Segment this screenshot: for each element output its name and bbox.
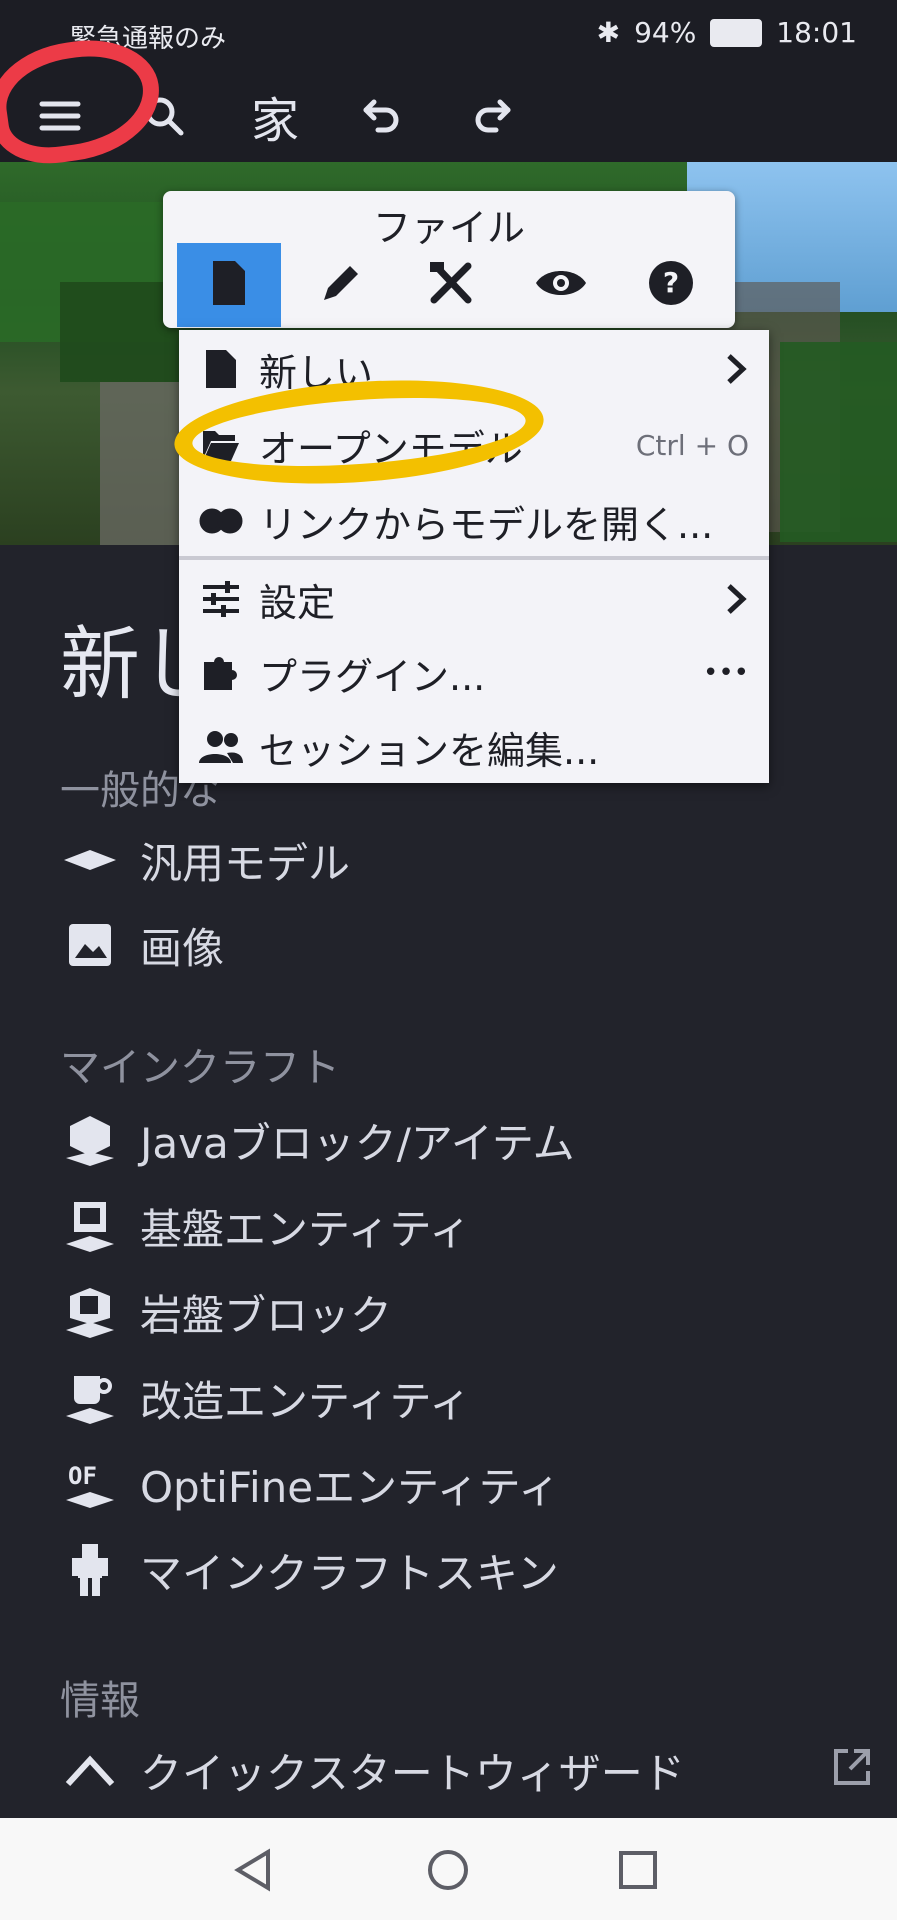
- file-menu-tabbar: ファイル ?: [163, 191, 735, 328]
- list-item-java-block[interactable]: Javaブロック/アイテム: [60, 1110, 575, 1170]
- list-item-label: 汎用モデル: [140, 838, 351, 888]
- file-icon: [209, 259, 249, 311]
- section-title-info: 情報: [60, 1678, 140, 1724]
- tab-edit[interactable]: [289, 243, 393, 327]
- system-nav-bar: [0, 1818, 897, 1920]
- tools-icon: [426, 258, 476, 312]
- battery-percent: 94%: [634, 16, 697, 49]
- help-icon: ?: [647, 259, 695, 311]
- java-block-icon: [60, 1110, 120, 1170]
- recents-icon[interactable]: [618, 1850, 658, 1894]
- section-title-minecraft: マインクラフト: [60, 1045, 340, 1091]
- list-item-label: 改造エンティティ: [140, 1376, 471, 1426]
- menu-item-open-from-link[interactable]: リンクからモデルを開く...: [179, 486, 769, 556]
- list-item-label: クイックスタートウィザード: [140, 1748, 685, 1798]
- bluetooth-icon: ✱: [596, 16, 621, 49]
- shortcut-text: Ctrl + O: [635, 428, 749, 462]
- list-item-minecraft-skin[interactable]: マインクラフトスキン: [60, 1540, 559, 1600]
- list-item-optifine-entity[interactable]: OF OptiFineエンティティ: [60, 1454, 560, 1514]
- tab-view[interactable]: [509, 243, 613, 327]
- menu-item-label: 設定: [259, 580, 336, 625]
- list-item-label: 画像: [140, 923, 225, 973]
- chevron-right-icon: [725, 351, 747, 395]
- svg-text:?: ?: [663, 266, 679, 299]
- menu-item-edit-session[interactable]: セッションを編集...: [179, 712, 769, 782]
- list-item-generic-model[interactable]: 汎用モデル: [60, 830, 350, 890]
- eye-icon: [534, 265, 588, 305]
- list-item-label: 基盤エンティティ: [140, 1204, 471, 1254]
- more-icon[interactable]: •••: [703, 658, 749, 688]
- plane-icon: [60, 830, 120, 890]
- list-item-label: 岩盤ブロック: [140, 1290, 393, 1340]
- svg-text:OF: OF: [68, 1462, 97, 1490]
- menu-divider: [179, 556, 769, 560]
- undo-icon[interactable]: [350, 84, 414, 148]
- chevron-right-icon: [725, 581, 747, 625]
- skin-icon: [60, 1540, 120, 1600]
- bedrock-entity-icon: [60, 1196, 120, 1256]
- pencil-icon: [318, 260, 364, 310]
- external-link-icon[interactable]: [830, 1745, 874, 1793]
- list-item-quickstart-wizard[interactable]: クイックスタートウィザード: [60, 1740, 685, 1800]
- menu-item-settings[interactable]: 設定: [179, 564, 769, 634]
- list-item-label: マインクラフトスキン: [140, 1548, 559, 1598]
- optifine-icon: OF: [60, 1454, 120, 1514]
- home-circle-icon[interactable]: [426, 1848, 470, 1896]
- caret-up-icon: [60, 1740, 120, 1800]
- back-icon[interactable]: [232, 1848, 274, 1896]
- image-icon: [60, 915, 120, 975]
- menu-item-label: プラグイン...: [259, 654, 486, 699]
- list-item-label: Javaブロック/アイテム: [140, 1118, 575, 1168]
- clock: 18:01: [776, 16, 857, 49]
- list-item-label: OptiFineエンティティ: [140, 1462, 561, 1512]
- puzzle-icon: [197, 649, 245, 697]
- menu-item-label: セッションを編集...: [259, 728, 600, 773]
- battery-icon: [710, 18, 763, 47]
- tab-tools[interactable]: [399, 243, 503, 327]
- home-button[interactable]: 家: [240, 84, 310, 149]
- sliders-icon: [197, 575, 245, 623]
- modded-entity-icon: [60, 1368, 120, 1428]
- bedrock-block-icon: [60, 1282, 120, 1342]
- list-item-modded-entity[interactable]: 改造エンティティ: [60, 1368, 471, 1428]
- menu-item-label: リンクからモデルを開く...: [259, 502, 714, 547]
- tab-help[interactable]: ?: [619, 243, 723, 327]
- list-item-image[interactable]: 画像: [60, 915, 224, 975]
- redo-icon[interactable]: [460, 84, 524, 148]
- people-icon: [197, 723, 245, 771]
- tab-file[interactable]: [177, 243, 281, 327]
- file-icon: [197, 345, 245, 393]
- menu-item-plugins[interactable]: プラグイン... •••: [179, 638, 769, 708]
- list-item-bedrock-block[interactable]: 岩盤ブロック: [60, 1282, 392, 1342]
- list-item-bedrock-entity[interactable]: 基盤エンティティ: [60, 1196, 471, 1256]
- link-icon: [197, 497, 245, 545]
